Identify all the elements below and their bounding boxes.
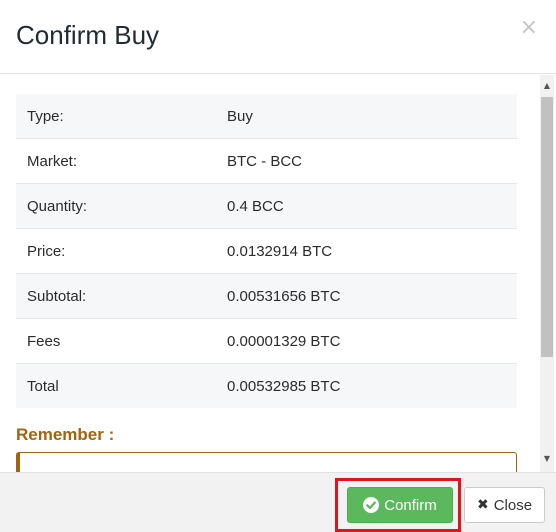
table-row: Market: BTC - BCC bbox=[16, 138, 517, 184]
modal-body: Type: Buy Market: BTC - BCC Quantity: 0.… bbox=[0, 75, 556, 472]
table-row: Fees 0.00001329 BTC bbox=[16, 318, 517, 364]
table-row: Price: 0.0132914 BTC bbox=[16, 228, 517, 274]
scroll-thumb[interactable] bbox=[541, 97, 553, 357]
table-row: Subtotal: 0.00531656 BTC bbox=[16, 273, 517, 319]
detail-value-type: Buy bbox=[216, 94, 517, 139]
detail-label-fees: Fees bbox=[16, 318, 216, 364]
confirm-button[interactable]: Confirm bbox=[347, 487, 453, 523]
remember-heading: Remember : bbox=[16, 425, 115, 444]
modal-scrollbar[interactable]: ▲ ▼ bbox=[540, 75, 554, 472]
table-row: Total 0.00532985 BTC bbox=[16, 363, 517, 408]
detail-value-quantity: 0.4 BCC bbox=[216, 183, 517, 229]
remember-note-box bbox=[16, 452, 517, 472]
detail-value-price: 0.0132914 BTC bbox=[216, 228, 517, 274]
scroll-down-arrow-icon[interactable]: ▼ bbox=[540, 452, 554, 466]
table-row: Type: Buy bbox=[16, 94, 517, 139]
order-details-table: Type: Buy Market: BTC - BCC Quantity: 0.… bbox=[16, 94, 517, 408]
close-icon[interactable]: × bbox=[520, 16, 538, 40]
times-icon: ✖ bbox=[476, 497, 489, 513]
detail-label-price: Price: bbox=[16, 228, 216, 274]
scroll-up-arrow-icon[interactable]: ▲ bbox=[540, 79, 554, 93]
modal-title: Confirm Buy bbox=[16, 20, 160, 50]
detail-value-subtotal: 0.00531656 BTC bbox=[216, 273, 517, 319]
detail-label-type: Type: bbox=[16, 94, 216, 139]
confirm-buy-modal: Confirm Buy × Type: Buy Market: BTC - BC… bbox=[0, 0, 556, 532]
close-button-label: Close bbox=[493, 496, 533, 514]
detail-label-total: Total bbox=[16, 363, 216, 408]
detail-value-total: 0.00532985 BTC bbox=[216, 363, 517, 408]
modal-footer: Confirm ✖ Close bbox=[0, 472, 556, 532]
table-row: Quantity: 0.4 BCC bbox=[16, 183, 517, 229]
detail-value-fees: 0.00001329 BTC bbox=[216, 318, 517, 364]
confirm-button-label: Confirm bbox=[384, 496, 437, 514]
detail-label-market: Market: bbox=[16, 138, 216, 184]
detail-label-subtotal: Subtotal: bbox=[16, 273, 216, 319]
detail-value-market: BTC - BCC bbox=[216, 138, 517, 184]
detail-label-quantity: Quantity: bbox=[16, 183, 216, 229]
close-button[interactable]: ✖ Close bbox=[464, 487, 545, 523]
modal-header: Confirm Buy × bbox=[0, 0, 556, 74]
check-circle-icon bbox=[363, 497, 380, 513]
